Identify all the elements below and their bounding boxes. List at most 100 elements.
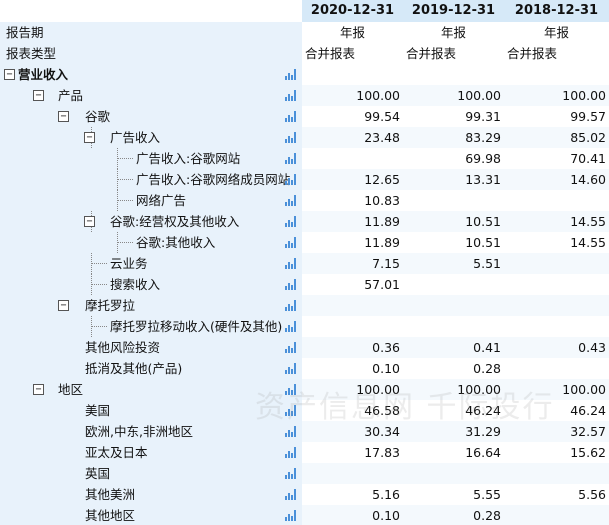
bar-icon-bar — [288, 367, 290, 374]
column-header[interactable]: 2019-12-31 — [403, 0, 504, 22]
bar-icon-bar — [294, 153, 296, 164]
bar-chart-icon[interactable] — [285, 489, 296, 500]
row-label-cell[interactable]: 英国 — [0, 463, 302, 484]
bar-chart-icon[interactable] — [285, 195, 296, 206]
collapse-toggle-icon[interactable]: − — [33, 384, 44, 395]
row-label-cell: 报告期 — [0, 22, 302, 43]
bar-icon-bar — [288, 451, 290, 458]
bar-chart-icon[interactable] — [285, 321, 296, 332]
row-label-cell[interactable]: − 摩托罗拉 — [0, 295, 302, 316]
bar-chart-icon[interactable] — [285, 405, 296, 416]
bar-icon-bar — [285, 202, 287, 206]
row-label-cell[interactable]: − 地区 — [0, 379, 302, 400]
bar-chart-icon[interactable] — [285, 153, 296, 164]
bar-chart-icon[interactable] — [285, 468, 296, 479]
value-cell: 99.54 — [302, 106, 403, 127]
table-row: 广告收入:谷歌网站 69.98 70.41 — [0, 148, 609, 169]
value-cell: 16.64 — [403, 442, 504, 463]
row-label-cell[interactable]: 广告收入:谷歌网络成员网站 — [0, 169, 302, 190]
row-label-cell[interactable]: 其他美洲 — [0, 484, 302, 505]
value-cell — [403, 274, 504, 295]
row-label-cell[interactable]: − 谷歌:经营权及其他收入 — [0, 211, 302, 232]
bar-icon-bar — [288, 136, 290, 143]
bar-chart-icon[interactable] — [285, 111, 296, 122]
row-label-cell[interactable]: − 谷歌 — [0, 106, 302, 127]
bar-chart-icon[interactable] — [285, 258, 296, 269]
bar-chart-icon[interactable] — [285, 342, 296, 353]
value-cell — [504, 316, 609, 337]
financial-table: 2020-12-31 2019-12-31 2018-12-31 报告期 年报 年报… — [0, 0, 609, 525]
value-cell: 30.34 — [302, 421, 403, 442]
bar-icon-bar — [291, 369, 293, 374]
collapse-toggle-icon[interactable]: − — [84, 132, 95, 143]
row-label-cell[interactable]: 其他地区 — [0, 505, 302, 525]
value-cell: 100.00 — [302, 379, 403, 400]
table-row: 其他风险投资 0.36 0.41 0.43 — [0, 337, 609, 358]
value-cell: 14.55 — [504, 232, 609, 253]
row-label-cell[interactable]: 美国 — [0, 400, 302, 421]
collapse-toggle-icon[interactable]: − — [58, 111, 69, 122]
value-cell: 11.89 — [302, 232, 403, 253]
bar-chart-icon[interactable] — [285, 237, 296, 248]
bar-icon-bar — [285, 139, 287, 143]
table-row: 其他美洲 5.16 5.55 5.56 — [0, 484, 609, 505]
bar-icon-bar — [294, 195, 296, 206]
bar-icon-bar — [285, 328, 287, 332]
bar-chart-icon[interactable] — [285, 174, 296, 185]
value-cell — [403, 295, 504, 316]
value-cell: 57.01 — [302, 274, 403, 295]
bar-icon-bar — [288, 346, 290, 353]
row-label-cell[interactable]: 谷歌:其他收入 — [0, 232, 302, 253]
table-row: 美国 46.58 46.24 46.24 — [0, 400, 609, 421]
row-label-cell[interactable]: − 产品 — [0, 85, 302, 106]
row-label-cell[interactable]: 其他风险投资 — [0, 337, 302, 358]
bar-icon-bar — [294, 69, 296, 80]
bar-chart-icon[interactable] — [285, 90, 296, 101]
value-cell: 0.10 — [302, 358, 403, 379]
bar-icon-bar — [291, 390, 293, 395]
value-cell: 99.57 — [504, 106, 609, 127]
row-label-cell[interactable]: 搜索收入 — [0, 274, 302, 295]
bar-chart-icon[interactable] — [285, 216, 296, 227]
bar-icon-bar — [294, 258, 296, 269]
bar-chart-icon[interactable] — [285, 279, 296, 290]
value-cell: 0.28 — [403, 358, 504, 379]
value-cell — [504, 64, 609, 85]
row-label-cell[interactable]: − 广告收入 — [0, 127, 302, 148]
row-label: 广告收入 — [110, 130, 161, 145]
row-label-cell[interactable]: 亚太及日本 — [0, 442, 302, 463]
row-label-cell[interactable]: 云业务 — [0, 253, 302, 274]
value-cell: 31.29 — [403, 421, 504, 442]
bar-chart-icon[interactable] — [285, 300, 296, 311]
collapse-toggle-icon[interactable]: − — [58, 300, 69, 311]
row-label-cell[interactable]: − 营业收入 — [0, 64, 302, 85]
value-cell: 46.24 — [403, 400, 504, 421]
column-header[interactable]: 2018-12-31 — [504, 0, 609, 22]
bar-icon-bar — [294, 90, 296, 101]
value-cell — [302, 64, 403, 85]
bar-chart-icon[interactable] — [285, 384, 296, 395]
value-cell: 83.29 — [403, 127, 504, 148]
table-row: − 谷歌:经营权及其他收入 11.89 10.51 14.55 — [0, 211, 609, 232]
bar-icon-bar — [291, 453, 293, 458]
bar-chart-icon[interactable] — [285, 426, 296, 437]
column-header[interactable]: 2020-12-31 — [302, 0, 403, 22]
bar-chart-icon[interactable] — [285, 447, 296, 458]
bar-chart-icon[interactable] — [285, 363, 296, 374]
bar-chart-icon[interactable] — [285, 69, 296, 80]
collapse-toggle-icon[interactable]: − — [33, 90, 44, 101]
tree-line — [117, 200, 133, 201]
bar-chart-icon[interactable] — [285, 132, 296, 143]
row-label-cell[interactable]: 欧洲,中东,非洲地区 — [0, 421, 302, 442]
row-label: 摩托罗拉移动收入(硬件及其他) — [110, 319, 283, 334]
row-label-cell[interactable]: 网络广告 — [0, 190, 302, 211]
collapse-toggle-icon[interactable]: − — [4, 69, 15, 80]
value-cell: 17.83 — [302, 442, 403, 463]
row-label-cell[interactable]: 摩托罗拉移动收入(硬件及其他) — [0, 316, 302, 337]
row-label: 摩托罗拉 — [85, 298, 136, 313]
bar-chart-icon[interactable] — [285, 510, 296, 521]
row-label-cell[interactable]: 抵消及其他(产品) — [0, 358, 302, 379]
tree-line — [91, 284, 107, 285]
collapse-toggle-icon[interactable]: − — [84, 216, 95, 227]
row-label-cell[interactable]: 广告收入:谷歌网站 — [0, 148, 302, 169]
